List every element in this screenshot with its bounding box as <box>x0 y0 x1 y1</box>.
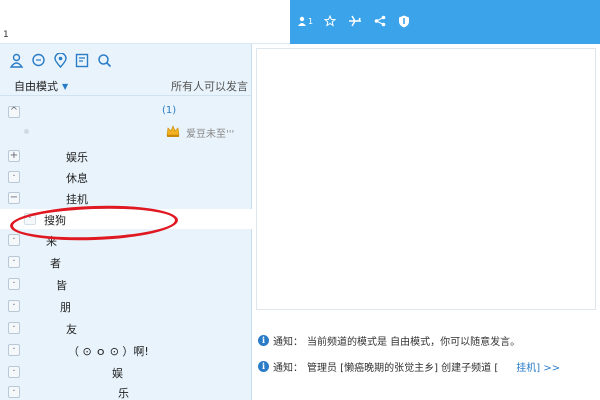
expand-toggle[interactable]: · <box>8 171 20 183</box>
channel-label: 休息 <box>66 172 88 185</box>
channel-item-you[interactable]: · 友 <box>0 318 252 338</box>
info-icon: i <box>258 360 269 372</box>
notice-prefix: 通知： <box>273 362 303 374</box>
tree-root-row[interactable]: ^ (1) <box>0 102 252 122</box>
shield-icon[interactable] <box>396 12 412 30</box>
channel-item-zhe[interactable]: · 者 <box>0 252 252 272</box>
channel-header-bar: 1 <box>290 0 600 44</box>
channel-label: （ ⊙ ｏ ⊙ ）啊! <box>68 345 149 358</box>
expand-toggle[interactable]: · <box>8 256 20 268</box>
speak-permission-label: 所有人可以发言 <box>171 80 248 93</box>
channel-tree-panel: 自由模式 ▼ 所有人可以发言 ^ (1) 爱豆未至''' + 娱乐 · 休息 − <box>0 44 252 400</box>
channel-label: 娱 <box>112 367 123 380</box>
channel-label: 挂机 <box>66 193 88 206</box>
expand-toggle[interactable]: · <box>8 300 20 312</box>
channel-item-le[interactable]: · 乐 <box>0 382 252 400</box>
location-icon[interactable] <box>52 52 68 68</box>
channel-item-peng[interactable]: · 朋 <box>0 296 252 316</box>
collapse-toggle[interactable]: ^ <box>8 106 20 118</box>
mode-row: 自由模式 ▼ 所有人可以发言 <box>0 74 252 96</box>
channel-item-sougou[interactable]: · 搜狗 <box>0 209 252 229</box>
expand-toggle[interactable]: · <box>8 366 20 378</box>
corner-digit: 1 <box>3 30 9 40</box>
channel-link[interactable]: 挂机] >> <box>516 359 560 374</box>
chat-panel: i 通知： 当前频道的模式是 自由模式，你可以随意发言。 i 通知： 管理员 [… <box>252 44 600 400</box>
expand-toggle[interactable]: · <box>8 386 20 398</box>
member-name: 爱豆未至''' <box>186 129 235 140</box>
mode-selected-label: 自由模式 <box>14 80 58 93</box>
notice-prefix: 通知： <box>273 336 303 348</box>
channel-label: 皆 <box>56 279 67 292</box>
channel-item-lai[interactable]: · 来 <box>0 230 252 250</box>
system-notice: i 通知： 当前频道的模式是 自由模式，你可以随意发言。 <box>258 332 520 348</box>
edit-note-icon[interactable] <box>74 52 90 68</box>
mode-dropdown[interactable]: 自由模式 ▼ <box>14 78 68 94</box>
expand-toggle[interactable]: + <box>8 150 20 162</box>
header-blank-area: 1 <box>0 0 290 44</box>
channel-label: 友 <box>66 323 77 336</box>
channel-item-yu[interactable]: · 娱 <box>0 362 252 382</box>
collapse-toggle[interactable]: − <box>8 192 20 204</box>
channel-item-yule[interactable]: + 娱乐 <box>0 146 252 166</box>
user-count-icon[interactable]: 1 <box>296 12 314 30</box>
channel-label: 娱乐 <box>66 151 88 164</box>
channel-label: 乐 <box>118 387 129 400</box>
system-notice: i 通知： 管理员 [懒癌晚期的张觉主乡] 创建子频道 [ 挂机] >> <box>258 358 560 374</box>
members-icon[interactable] <box>8 52 24 68</box>
channel-item-xiuxi[interactable]: · 休息 <box>0 167 252 187</box>
info-icon: i <box>258 334 269 346</box>
status-dot <box>24 129 29 134</box>
channel-label: 搜狗 <box>44 214 66 227</box>
member-row[interactable]: 爱豆未至''' <box>0 122 252 142</box>
expand-toggle[interactable]: · <box>8 278 20 290</box>
channel-label: 朋 <box>60 301 71 314</box>
share-icon[interactable] <box>372 12 388 30</box>
chat-bubble-icon[interactable] <box>30 52 46 68</box>
channel-label: 来 <box>46 235 57 248</box>
channel-toolbar <box>8 50 112 70</box>
notice-text: 当前频道的模式是 自由模式，你可以随意发言。 <box>307 336 521 348</box>
expand-toggle[interactable]: · <box>8 234 20 246</box>
channel-item-jie[interactable]: · 皆 <box>0 274 252 294</box>
search-icon[interactable] <box>96 52 112 68</box>
expand-toggle[interactable]: · <box>24 213 36 225</box>
expand-toggle[interactable]: · <box>8 322 20 334</box>
plane-icon[interactable] <box>346 12 364 30</box>
crown-icon <box>166 124 180 138</box>
chevron-down-icon: ▼ <box>62 81 69 91</box>
channel-item-guaji[interactable]: − 挂机 <box>0 188 252 208</box>
expand-toggle[interactable]: · <box>8 344 20 356</box>
chat-message-area <box>256 48 596 310</box>
channel-item-emoticon[interactable]: · （ ⊙ ｏ ⊙ ）啊! <box>0 340 252 360</box>
user-count-badge: 1 <box>307 16 314 26</box>
channel-label: 者 <box>50 257 61 270</box>
star-icon[interactable] <box>322 12 338 30</box>
notice-text: 管理员 [懒癌晚期的张觉主乡] 创建子频道 [ <box>307 362 499 374</box>
root-member-count: (1) <box>162 105 177 116</box>
